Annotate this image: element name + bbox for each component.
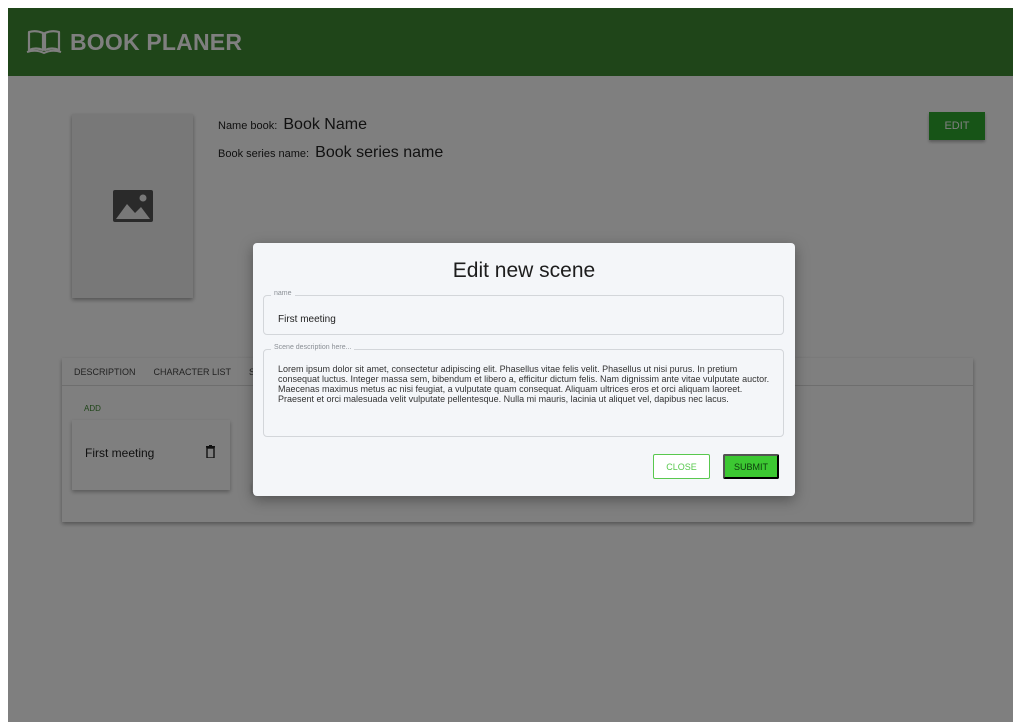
scene-name-field[interactable]: name First meeting bbox=[263, 290, 784, 335]
dialog-title: Edit new scene bbox=[452, 259, 596, 282]
scene-description-field[interactable]: Scene description here... Lorem ipsum do… bbox=[263, 344, 784, 437]
close-button[interactable]: CLOSE bbox=[653, 454, 710, 479]
scene-name-label: name bbox=[271, 290, 295, 297]
app-window: BOOK PLANER Name book: Book Name Book se… bbox=[8, 8, 1013, 722]
submit-button[interactable]: SUBMIT bbox=[723, 454, 779, 479]
scene-description-label: Scene description here... bbox=[271, 344, 355, 351]
scene-description-textarea[interactable]: Lorem ipsum dolor sit amet, consectetur … bbox=[278, 364, 774, 404]
edit-scene-dialog: Edit new scene name First meeting Scene … bbox=[253, 243, 795, 496]
scene-name-input[interactable]: First meeting bbox=[278, 314, 336, 325]
